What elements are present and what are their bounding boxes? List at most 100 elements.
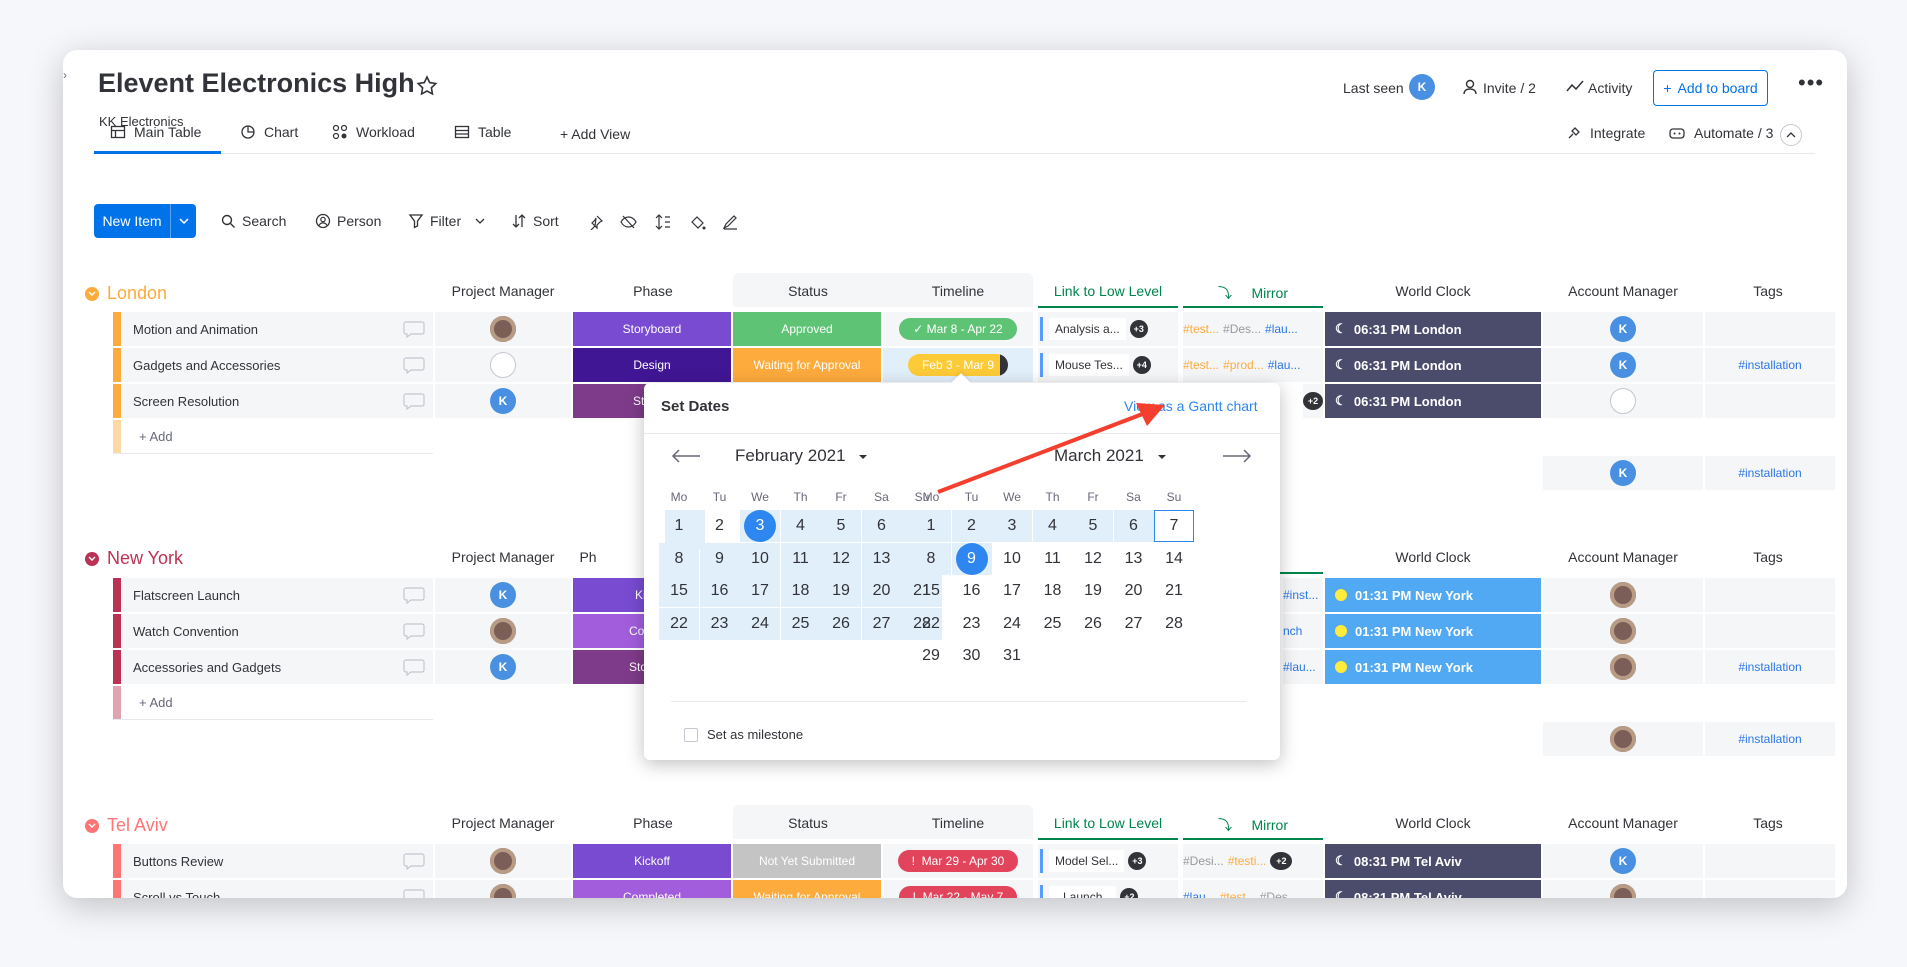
tags-cell[interactable]	[1705, 844, 1835, 878]
item-name[interactable]: Flatscreen Launch	[133, 588, 240, 603]
item-name[interactable]: Watch Convention	[133, 624, 239, 639]
col-header-phase[interactable]: Ph	[573, 549, 603, 565]
item-name-cell[interactable]: Scroll vs Touch	[113, 880, 433, 898]
phase-cell[interactable]: Kickoff	[573, 844, 731, 878]
col-header-link[interactable]: Link to Low Level	[1038, 283, 1178, 299]
tags-cell[interactable]: #installation	[1705, 348, 1835, 382]
col-header-mirror[interactable]: ⤵ Mirror	[1183, 815, 1323, 835]
tag[interactable]: #installation	[1738, 660, 1801, 674]
col-header-phase[interactable]: Phase	[573, 815, 733, 831]
col-header-status[interactable]: Status	[733, 283, 883, 299]
calendar-day[interactable]: 8	[659, 542, 699, 575]
col-header-tags[interactable]: Tags	[1703, 549, 1833, 565]
project-manager-cell[interactable]	[435, 844, 571, 878]
more-options-icon[interactable]: •••	[1798, 70, 1824, 96]
col-header-link[interactable]: Link to Low Level	[1038, 815, 1178, 831]
comment-icon[interactable]	[403, 320, 425, 338]
timeline-pill[interactable]: ! Mar 29 - Apr 30	[897, 850, 1019, 872]
avatar[interactable]	[1610, 618, 1636, 644]
world-clock-cell[interactable]: 01:31 PM New York	[1325, 614, 1541, 648]
sidebar-toggle-icon[interactable]: ›	[63, 68, 69, 88]
group-collapse-icon[interactable]	[85, 818, 99, 833]
activity-button[interactable]: Activity	[1588, 80, 1632, 96]
timeline-pill[interactable]: ! Mar 22 - May 7	[898, 886, 1018, 898]
avatar[interactable]: K	[490, 388, 516, 414]
link-cell[interactable]: Launch +2	[1038, 880, 1178, 898]
item-name-cell[interactable]: Accessories and Gadgets	[113, 650, 433, 684]
link-item[interactable]: Model Sel...	[1049, 850, 1125, 872]
item-name-cell[interactable]: Gadgets and Accessories	[113, 348, 433, 382]
calendar-day[interactable]: 20	[1114, 575, 1154, 607]
item-name[interactable]: Accessories and Gadgets	[133, 660, 281, 675]
col-header-world-clock[interactable]: World Clock	[1323, 549, 1543, 565]
calendar-day[interactable]: 19	[821, 575, 861, 607]
calendar-day[interactable]: 7	[1154, 510, 1194, 542]
calendar-day[interactable]: 1	[659, 510, 699, 542]
group-header-newyork[interactable]: New York	[85, 548, 183, 569]
calendar-day[interactable]: 23	[699, 607, 740, 640]
link-cell[interactable]: Analysis a... +3	[1038, 312, 1178, 346]
timeline-pill[interactable]: Feb 3 - Mar 9	[907, 354, 1009, 376]
add-view-button[interactable]: + Add View	[560, 126, 630, 142]
group-header-london[interactable]: London	[85, 283, 167, 304]
project-manager-cell[interactable]	[435, 880, 571, 898]
add-item-cell[interactable]: + Add	[113, 686, 433, 720]
account-manager-cell[interactable]	[1543, 578, 1703, 612]
col-header-tags[interactable]: Tags	[1703, 283, 1833, 299]
sort-button[interactable]: Sort	[511, 213, 559, 229]
new-item-button[interactable]: New Item	[94, 204, 170, 238]
calendar-day[interactable]: 10	[992, 543, 1032, 575]
tab-workload[interactable]: Workload	[332, 124, 415, 140]
calendar-day[interactable]: 6	[1113, 510, 1154, 542]
account-manager-cell[interactable]: K	[1543, 348, 1703, 382]
mirror-cell[interactable]: #test... #Des... #lau...	[1183, 312, 1323, 346]
mirror-cell[interactable]: #test... #prod... #lau...	[1183, 348, 1323, 382]
calendar-day[interactable]: 19	[1073, 575, 1113, 607]
color-fill-icon[interactable]	[689, 214, 706, 231]
avatar[interactable]	[1610, 582, 1636, 608]
group-header-telaviv[interactable]: Tel Aviv	[85, 815, 168, 836]
calendar-day[interactable]: 18	[780, 575, 821, 607]
calendar-day[interactable]: 24	[740, 607, 780, 640]
board-title[interactable]: Elevent Electronics High	[98, 68, 415, 99]
tags-cell[interactable]	[1705, 578, 1835, 612]
link-count[interactable]: +2	[1120, 888, 1139, 898]
col-header-status[interactable]: Status	[733, 815, 883, 831]
col-header-account-manager[interactable]: Account Manager	[1543, 283, 1703, 299]
calendar-day[interactable]: 25	[780, 607, 821, 640]
timeline-pill[interactable]: ✓ Mar 8 - Apr 22	[899, 318, 1017, 340]
calendar-day[interactable]: 17	[740, 575, 780, 607]
mirror-cell[interactable]: #lau... #test... #Des...	[1183, 880, 1323, 898]
avatar[interactable]	[490, 316, 516, 342]
calendar-day[interactable]: 21	[1154, 575, 1194, 607]
item-name-cell[interactable]: Flatscreen Launch	[113, 578, 433, 612]
timeline-cell[interactable]: ! Mar 29 - Apr 30	[883, 844, 1033, 878]
calendar-day[interactable]: 2	[700, 510, 740, 542]
mirror-cell[interactable]: nch	[1283, 614, 1323, 648]
previous-month-arrow-icon[interactable]	[671, 449, 701, 463]
avatar[interactable]: K	[1610, 316, 1636, 342]
add-item-button[interactable]: + Add	[133, 429, 173, 444]
world-clock-cell[interactable]: 01:31 PM New York	[1325, 578, 1541, 612]
avatar[interactable]: K	[1610, 460, 1636, 486]
calendar-day[interactable]: 17	[992, 575, 1032, 607]
calendar-day[interactable]: 27	[861, 607, 902, 640]
world-clock-cell[interactable]: ☾ 08:31 PM Tel Aviv	[1325, 844, 1541, 878]
tags-cell[interactable]: #installation	[1705, 650, 1835, 684]
link-item[interactable]: Launch	[1049, 886, 1117, 898]
account-manager-cell[interactable]: K	[1543, 844, 1703, 878]
link-item[interactable]: Mouse Tes...	[1049, 354, 1129, 376]
tags-cell[interactable]	[1705, 614, 1835, 648]
group-name-london[interactable]: London	[107, 283, 167, 304]
avatar[interactable]	[1610, 884, 1636, 898]
add-item-button[interactable]: + Add	[133, 695, 173, 710]
calendar-day[interactable]: 3	[740, 510, 780, 542]
milestone-checkbox[interactable]	[684, 728, 698, 742]
link-cell[interactable]: Mouse Tes... +4	[1038, 348, 1178, 382]
new-item-dropdown[interactable]	[170, 204, 196, 238]
calendar-day[interactable]: 27	[1114, 608, 1154, 640]
link-count[interactable]: +3	[1128, 852, 1147, 870]
item-name[interactable]: Scroll vs Touch	[133, 890, 220, 899]
star-icon[interactable]	[415, 74, 439, 98]
comment-icon[interactable]	[403, 888, 425, 898]
